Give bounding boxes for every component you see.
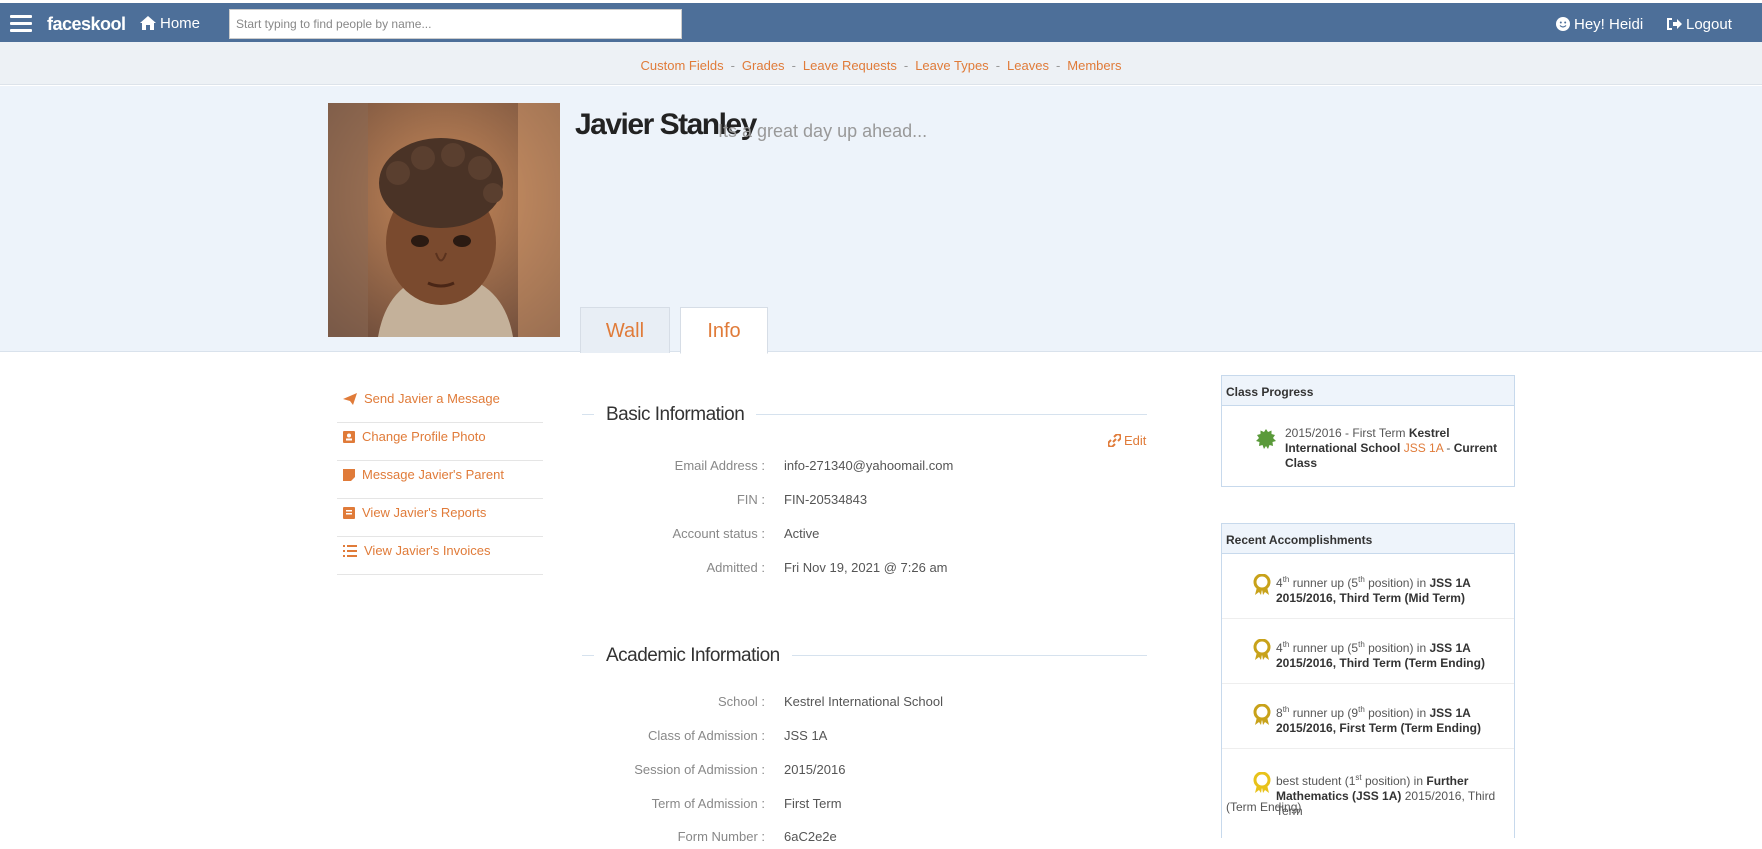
progress-class[interactable]: JSS 1A	[1404, 441, 1443, 455]
home-icon	[140, 16, 156, 30]
view-reports-link[interactable]: View Javier's Reports	[337, 499, 543, 537]
field-label: Admitted :	[706, 560, 765, 575]
send-message-link[interactable]: Send Javier a Message	[337, 385, 543, 423]
info-row: Email Address : info-271340@yahoomail.com	[560, 458, 1160, 478]
badge-icon	[1256, 429, 1276, 449]
field-label: Term of Admission :	[651, 796, 765, 811]
award-icon	[1253, 574, 1271, 595]
portrait-icon	[343, 431, 355, 443]
field-label: Email Address :	[674, 458, 765, 473]
field-label: Form Number :	[677, 829, 765, 844]
field-value: First Term	[784, 796, 842, 811]
report-icon	[343, 507, 355, 519]
subnav-members[interactable]: Members	[1067, 58, 1121, 73]
profile-tagline: Its a great day up ahead...	[718, 121, 928, 141]
info-row: Term of Admission : First Term	[560, 796, 1160, 816]
field-value: Active	[784, 526, 820, 541]
info-row: Class of Admission : JSS 1A	[560, 728, 1160, 748]
subnav-grades[interactable]: Grades	[742, 58, 785, 73]
field-label: FIN :	[736, 492, 765, 507]
message-parent-link[interactable]: Message Javier's Parent	[337, 461, 543, 499]
admin-subnav: Custom Fields - Grades - Leave Requests - Leav…	[0, 42, 1762, 85]
award-icon	[1253, 639, 1271, 660]
view-reports-label: View Javier's Reports	[362, 505, 487, 520]
class-progress-title: Class Progress	[1222, 376, 1514, 406]
subnav-custom-fields[interactable]: Custom Fields	[641, 58, 724, 73]
field-value: JSS 1A	[784, 728, 828, 743]
field-value: 2015/2016	[784, 762, 846, 777]
basic-info-title: Basic Information	[594, 404, 757, 426]
field-value: 6aC2e2e	[784, 829, 837, 844]
info-row: FIN : FIN-20534843	[560, 492, 1160, 512]
link-icon	[1107, 433, 1122, 448]
brand-logo[interactable]: faceskool	[47, 14, 126, 35]
top-navbar: faceskool Home Hey! Heidi Logout	[0, 0, 1762, 42]
progress-session: 2015/2016 - First Term	[1285, 426, 1406, 440]
edit-link[interactable]: Edit	[1107, 433, 1147, 448]
subnav-leave-types[interactable]: Leave Types	[915, 58, 988, 73]
subnav-leaves[interactable]: Leaves	[1007, 58, 1049, 73]
view-invoices-label: View Javier's Invoices	[364, 543, 491, 558]
view-invoices-link[interactable]: View Javier's Invoices	[337, 537, 543, 575]
class-progress-panel: Class Progress 2015/2016 - First Term Ke…	[1221, 375, 1515, 487]
accomplishments-title: Recent Accomplishments	[1222, 524, 1514, 554]
field-label: Session of Admission :	[634, 762, 765, 777]
people-search-input[interactable]	[229, 9, 682, 39]
field-label: School :	[718, 694, 765, 709]
field-label: Account status :	[672, 526, 766, 541]
info-row: Admitted : Fri Nov 19, 2021 @ 7:26 am	[560, 560, 1160, 580]
change-photo-label: Change Profile Photo	[362, 429, 486, 444]
paper-plane-icon	[343, 393, 357, 405]
sticky-note-icon	[343, 469, 355, 481]
field-value: Kestrel International School	[784, 694, 943, 709]
smile-icon	[1556, 17, 1570, 31]
field-value: Fri Nov 19, 2021 @ 7:26 am	[784, 560, 948, 575]
accomplishment-item: 4th runner up (5th position) in JSS 1A 20…	[1222, 554, 1514, 619]
info-row: School : Kestrel International School	[560, 694, 1160, 714]
field-value: info-271340@yahoomail.com	[784, 458, 954, 473]
sign-out-icon	[1667, 18, 1682, 30]
field-label: Class of Admission :	[647, 728, 765, 743]
profile-actions-menu: Send Javier a Message Change Profile Pho…	[337, 385, 543, 575]
edit-label: Edit	[1124, 433, 1147, 448]
home-link[interactable]: Home	[140, 15, 200, 32]
logout-link[interactable]: Logout	[1666, 16, 1732, 33]
profile-photo	[328, 103, 560, 337]
logout-text: Logout	[1686, 16, 1732, 33]
info-row: Form Number : 6aC2e2e	[560, 829, 1160, 849]
hamburger-menu-icon[interactable]	[10, 15, 32, 33]
info-row: Session of Admission : 2015/2016	[560, 762, 1160, 782]
user-greeting[interactable]: Hey! Heidi	[1556, 16, 1643, 33]
class-progress-entry: 2015/2016 - First Term Kestrel Internati…	[1222, 406, 1514, 488]
accomplishment-item: best student (1st position) in Further M…	[1226, 772, 1496, 818]
change-photo-link[interactable]: Change Profile Photo	[337, 423, 543, 461]
subnav-leave-requests[interactable]: Leave Requests	[803, 58, 897, 73]
award-icon	[1253, 772, 1271, 793]
award-icon	[1253, 704, 1271, 725]
accomplishments-panel: Recent Accomplishments 4th runner up (5t…	[1221, 523, 1515, 838]
accomplishment-item: 4th runner up (5th position) in JSS 1A 20…	[1222, 619, 1514, 684]
info-row: Account status : Active	[560, 526, 1160, 546]
academic-info-title: Academic Information	[594, 645, 792, 667]
accomplishment-item: 8th runner up (9th position) in JSS 1A 20…	[1222, 684, 1514, 749]
progress-sep: -	[1446, 441, 1451, 455]
tab-wall[interactable]: Wall	[580, 307, 670, 353]
greeting-text: Hey! Heidi	[1574, 16, 1644, 33]
list-icon	[343, 545, 357, 557]
tab-info[interactable]: Info	[680, 307, 768, 354]
send-message-label: Send Javier a Message	[364, 391, 500, 406]
message-parent-label: Message Javier's Parent	[362, 467, 504, 482]
home-label: Home	[160, 15, 201, 32]
field-value: FIN-20534843	[784, 492, 868, 507]
